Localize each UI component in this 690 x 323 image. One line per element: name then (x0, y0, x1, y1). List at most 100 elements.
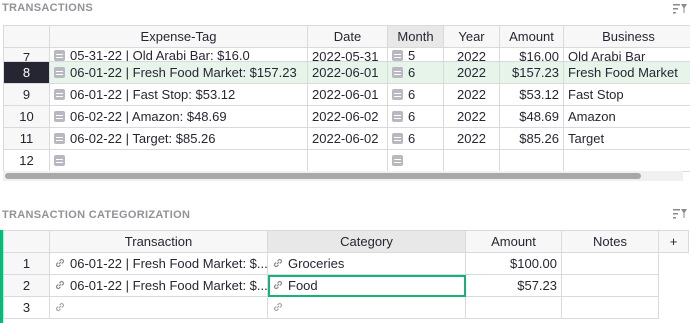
cell-category-selected[interactable]: Food (267, 274, 466, 297)
sort-filter-icon[interactable] (673, 208, 687, 220)
column-header-date[interactable]: Date (307, 25, 388, 48)
choice-chip-icon (54, 50, 65, 61)
table-row[interactable]: 2 06-01-22 | Fresh Food Market: $... Foo… (3, 274, 689, 297)
row-number-header[interactable] (3, 230, 50, 253)
choice-chip-icon (54, 111, 65, 122)
row-number[interactable]: 11 (3, 127, 50, 150)
column-header-month[interactable]: Month (387, 25, 444, 48)
cell-expense-tag[interactable] (49, 149, 308, 172)
cell-amount[interactable] (465, 296, 562, 319)
reference-link-icon (55, 302, 65, 312)
cell-expense-tag[interactable]: 06-02-22 | Target: $85.26 (49, 127, 308, 150)
cell-date[interactable]: 2022-05-31 (307, 47, 388, 62)
cell-transaction[interactable]: 06-01-22 | Fresh Food Market: $... (49, 274, 268, 297)
cell-transaction[interactable] (49, 296, 268, 319)
cell-business[interactable]: Target (563, 127, 690, 150)
cell-year[interactable]: 2022 (443, 83, 500, 106)
sort-filter-icon[interactable] (673, 3, 687, 15)
cell-expense-tag[interactable]: 06-01-22 | Fast Stop: $53.12 (49, 83, 308, 106)
cell-amount[interactable]: $157.23 (499, 61, 564, 84)
row-number[interactable]: 1 (3, 252, 50, 275)
cell-amount[interactable]: $48.69 (499, 105, 564, 128)
cell-date[interactable]: 2022-06-01 (307, 83, 388, 106)
horizontal-scrollbar[interactable] (3, 171, 683, 181)
column-header-expense-tag[interactable]: Expense-Tag (49, 25, 308, 48)
row-number[interactable]: 8 (3, 61, 50, 84)
cell-category[interactable] (267, 296, 466, 319)
scrollbar-thumb[interactable] (5, 173, 641, 179)
table-row-active[interactable]: 8 06-01-22 | Fresh Food Market: $157.23 … (3, 61, 690, 84)
reference-link-icon (55, 280, 65, 290)
cell-year[interactable] (443, 149, 500, 172)
cell-notes[interactable] (561, 296, 659, 319)
choice-chip-icon (392, 155, 403, 166)
cell-empty (659, 253, 689, 275)
row-number[interactable]: 7 (3, 47, 50, 62)
column-header-transaction[interactable]: Transaction (49, 230, 268, 253)
choice-chip-icon (392, 133, 403, 144)
cell-date[interactable]: 2022-06-02 (307, 127, 388, 150)
table-row[interactable]: 7 05-31-22 | Old Arabi Bar: $16.0 2022-0… (3, 47, 690, 62)
cell-expense-tag[interactable]: 06-01-22 | Fresh Food Market: $157.23 (49, 61, 308, 84)
reference-link-icon (273, 258, 283, 268)
cell-year[interactable]: 2022 (443, 105, 500, 128)
column-header-amount[interactable]: Amount (465, 230, 562, 253)
cell-business[interactable]: Fast Stop (563, 83, 690, 106)
cell-month[interactable]: 6 (387, 105, 444, 128)
cell-month[interactable] (387, 149, 444, 172)
cell-month[interactable]: 6 (387, 127, 444, 150)
table-row[interactable]: 9 06-01-22 | Fast Stop: $53.12 2022-06-0… (3, 83, 690, 106)
cell-year[interactable]: 2022 (443, 47, 500, 62)
row-number[interactable]: 10 (3, 105, 50, 128)
choice-chip-icon (54, 89, 65, 100)
column-header-amount[interactable]: Amount (499, 25, 564, 48)
choice-chip-icon (392, 67, 403, 78)
cell-date[interactable]: 2022-06-02 (307, 105, 388, 128)
cell-amount[interactable]: $85.26 (499, 127, 564, 150)
cell-notes[interactable] (561, 252, 659, 275)
section-title-categorization: TRANSACTION CATEGORIZATION (2, 209, 191, 221)
row-number[interactable]: 12 (3, 149, 50, 172)
cell-date[interactable] (307, 149, 388, 172)
new-row[interactable]: 12 (3, 149, 690, 172)
cell-amount[interactable]: $53.12 (499, 83, 564, 106)
cell-business[interactable] (563, 149, 690, 172)
cell-amount[interactable]: $16.00 (499, 47, 564, 62)
cell-category[interactable]: Groceries (267, 252, 466, 275)
section-title-transactions: TRANSACTIONS (2, 2, 93, 14)
cell-amount[interactable] (499, 149, 564, 172)
row-number[interactable]: 3 (3, 296, 50, 319)
table-row[interactable]: 10 06-02-22 | Amazon: $48.69 2022-06-02 … (3, 105, 690, 128)
cell-business[interactable]: Fresh Food Market (563, 61, 690, 84)
column-header-business[interactable]: Business (563, 25, 690, 48)
cell-amount[interactable]: $100.00 (465, 252, 562, 275)
transactions-table: Expense-Tag Date Month Year Amount Busin… (3, 25, 690, 172)
cell-month[interactable]: 6 (387, 83, 444, 106)
row-number[interactable]: 2 (3, 274, 50, 297)
cell-expense-tag[interactable]: 06-02-22 | Amazon: $48.69 (49, 105, 308, 128)
cell-empty (659, 275, 689, 297)
row-number[interactable]: 9 (3, 83, 50, 106)
column-header-category[interactable]: Category (267, 230, 466, 253)
column-header-year[interactable]: Year (443, 25, 500, 48)
table-row[interactable]: 1 06-01-22 | Fresh Food Market: $... Gro… (3, 252, 689, 275)
new-row[interactable]: 3 (3, 296, 689, 319)
cell-month[interactable]: 5 (387, 47, 444, 62)
choice-chip-icon (392, 50, 403, 61)
row-number-header[interactable] (3, 25, 50, 48)
cell-transaction[interactable]: 06-01-22 | Fresh Food Market: $... (49, 252, 268, 275)
cell-date[interactable]: 2022-06-01 (307, 61, 388, 84)
cell-year[interactable]: 2022 (443, 127, 500, 150)
cell-business[interactable]: Amazon (563, 105, 690, 128)
cell-expense-tag[interactable]: 05-31-22 | Old Arabi Bar: $16.0 (49, 47, 308, 62)
cell-month[interactable]: 6 (387, 61, 444, 84)
cell-empty (658, 296, 689, 319)
add-column-button[interactable]: + (658, 230, 689, 253)
cell-amount[interactable]: $57.23 (465, 274, 562, 297)
table-row[interactable]: 11 06-02-22 | Target: $85.26 2022-06-02 … (3, 127, 690, 150)
cell-year[interactable]: 2022 (443, 61, 500, 84)
cell-notes[interactable] (561, 274, 659, 297)
choice-chip-icon (54, 133, 65, 144)
cell-business[interactable]: Old Arabi Bar (563, 47, 690, 62)
column-header-notes[interactable]: Notes (561, 230, 659, 253)
